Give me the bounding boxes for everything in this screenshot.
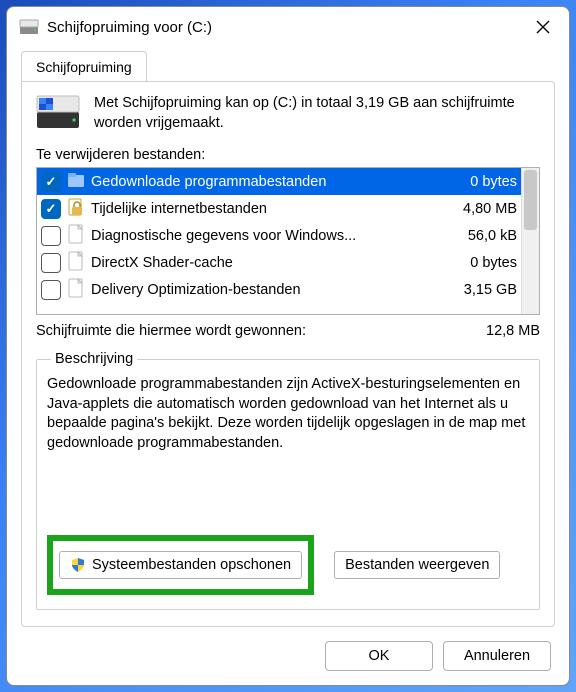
cleanup-system-files-label: Systeembestanden opschonen <box>92 557 291 573</box>
scrollbar-thumb[interactable] <box>524 170 537 230</box>
cancel-button[interactable]: Annuleren <box>443 641 551 671</box>
file-row[interactable]: Gedownloade programmabestanden 0 bytes <box>37 168 521 195</box>
ok-label: OK <box>369 648 390 664</box>
titlebar: Schijfopruiming voor (C:) <box>7 7 569 47</box>
file-name: Diagnostische gegevens voor Windows... <box>91 228 460 244</box>
close-button[interactable] <box>525 11 561 43</box>
file-icon <box>67 196 91 222</box>
file-list: Gedownloade programmabestanden 0 bytes Tij… <box>36 167 540 315</box>
file-checkbox[interactable] <box>41 253 61 273</box>
file-checkbox[interactable] <box>41 199 61 219</box>
tab-schijfopruiming[interactable]: Schijfopruiming <box>21 51 147 81</box>
file-name: DirectX Shader-cache <box>91 255 462 271</box>
file-size: 0 bytes <box>470 255 517 271</box>
view-files-label: Bestanden weergeven <box>345 557 489 573</box>
file-name: Delivery Optimization-bestanden <box>91 282 456 298</box>
drive-icon <box>19 17 39 37</box>
file-name: Tijdelijke internetbestanden <box>91 201 455 217</box>
description-legend: Beschrijving <box>51 351 137 367</box>
file-row[interactable]: Tijdelijke internetbestanden 4,80 MB <box>37 195 521 222</box>
window-title: Schijfopruiming voor (C:) <box>47 19 525 36</box>
file-name: Gedownloade programmabestanden <box>91 174 462 190</box>
view-files-button[interactable]: Bestanden weergeven <box>334 551 500 579</box>
file-checkbox[interactable] <box>41 280 61 300</box>
file-checkbox[interactable] <box>41 172 61 192</box>
intro-text: Met Schijfopruiming kan op (C:) in totaa… <box>94 94 540 133</box>
space-gained-row: Schijfruimte die hiermee wordt gewonnen:… <box>36 323 540 339</box>
drive-large-icon <box>36 94 80 130</box>
file-row[interactable]: Diagnostische gegevens voor Windows... 56… <box>37 222 521 249</box>
file-row[interactable]: DirectX Shader-cache 0 bytes <box>37 249 521 276</box>
tab-panel: Met Schijfopruiming kan op (C:) in totaa… <box>21 81 555 627</box>
intro-row: Met Schijfopruiming kan op (C:) in totaa… <box>36 94 540 133</box>
scrollbar[interactable] <box>521 168 539 314</box>
highlight-box: Systeembestanden opschonen <box>47 535 314 595</box>
ok-button[interactable]: OK <box>325 641 433 671</box>
file-icon <box>67 223 91 249</box>
file-checkbox[interactable] <box>41 226 61 246</box>
file-icon <box>67 250 91 276</box>
file-size: 3,15 GB <box>464 282 517 298</box>
cancel-label: Annuleren <box>464 648 530 664</box>
file-row[interactable]: Delivery Optimization-bestanden 3,15 GB <box>37 276 521 303</box>
files-label: Te verwijderen bestanden: <box>36 147 540 163</box>
file-size: 56,0 kB <box>468 228 517 244</box>
shield-icon <box>70 557 86 573</box>
file-icon <box>67 277 91 303</box>
close-icon <box>536 20 550 34</box>
description-text: Gedownloade programmabestanden zijn Acti… <box>47 375 529 453</box>
tab-container: Schijfopruiming Met Schijfopruiming kan … <box>7 47 569 627</box>
description-group: Beschrijving Gedownloade programmabestan… <box>36 351 540 610</box>
file-icon <box>67 169 91 195</box>
disk-cleanup-dialog: Schijfopruiming voor (C:) Schijfopruimin… <box>6 6 570 686</box>
file-size: 4,80 MB <box>463 201 517 217</box>
cleanup-system-files-button[interactable]: Systeembestanden opschonen <box>59 551 302 579</box>
space-gained-label: Schijfruimte die hiermee wordt gewonnen: <box>36 323 486 339</box>
file-size: 0 bytes <box>470 174 517 190</box>
dialog-footer: OK Annuleren <box>7 627 569 685</box>
space-gained-value: 12,8 MB <box>486 323 540 339</box>
